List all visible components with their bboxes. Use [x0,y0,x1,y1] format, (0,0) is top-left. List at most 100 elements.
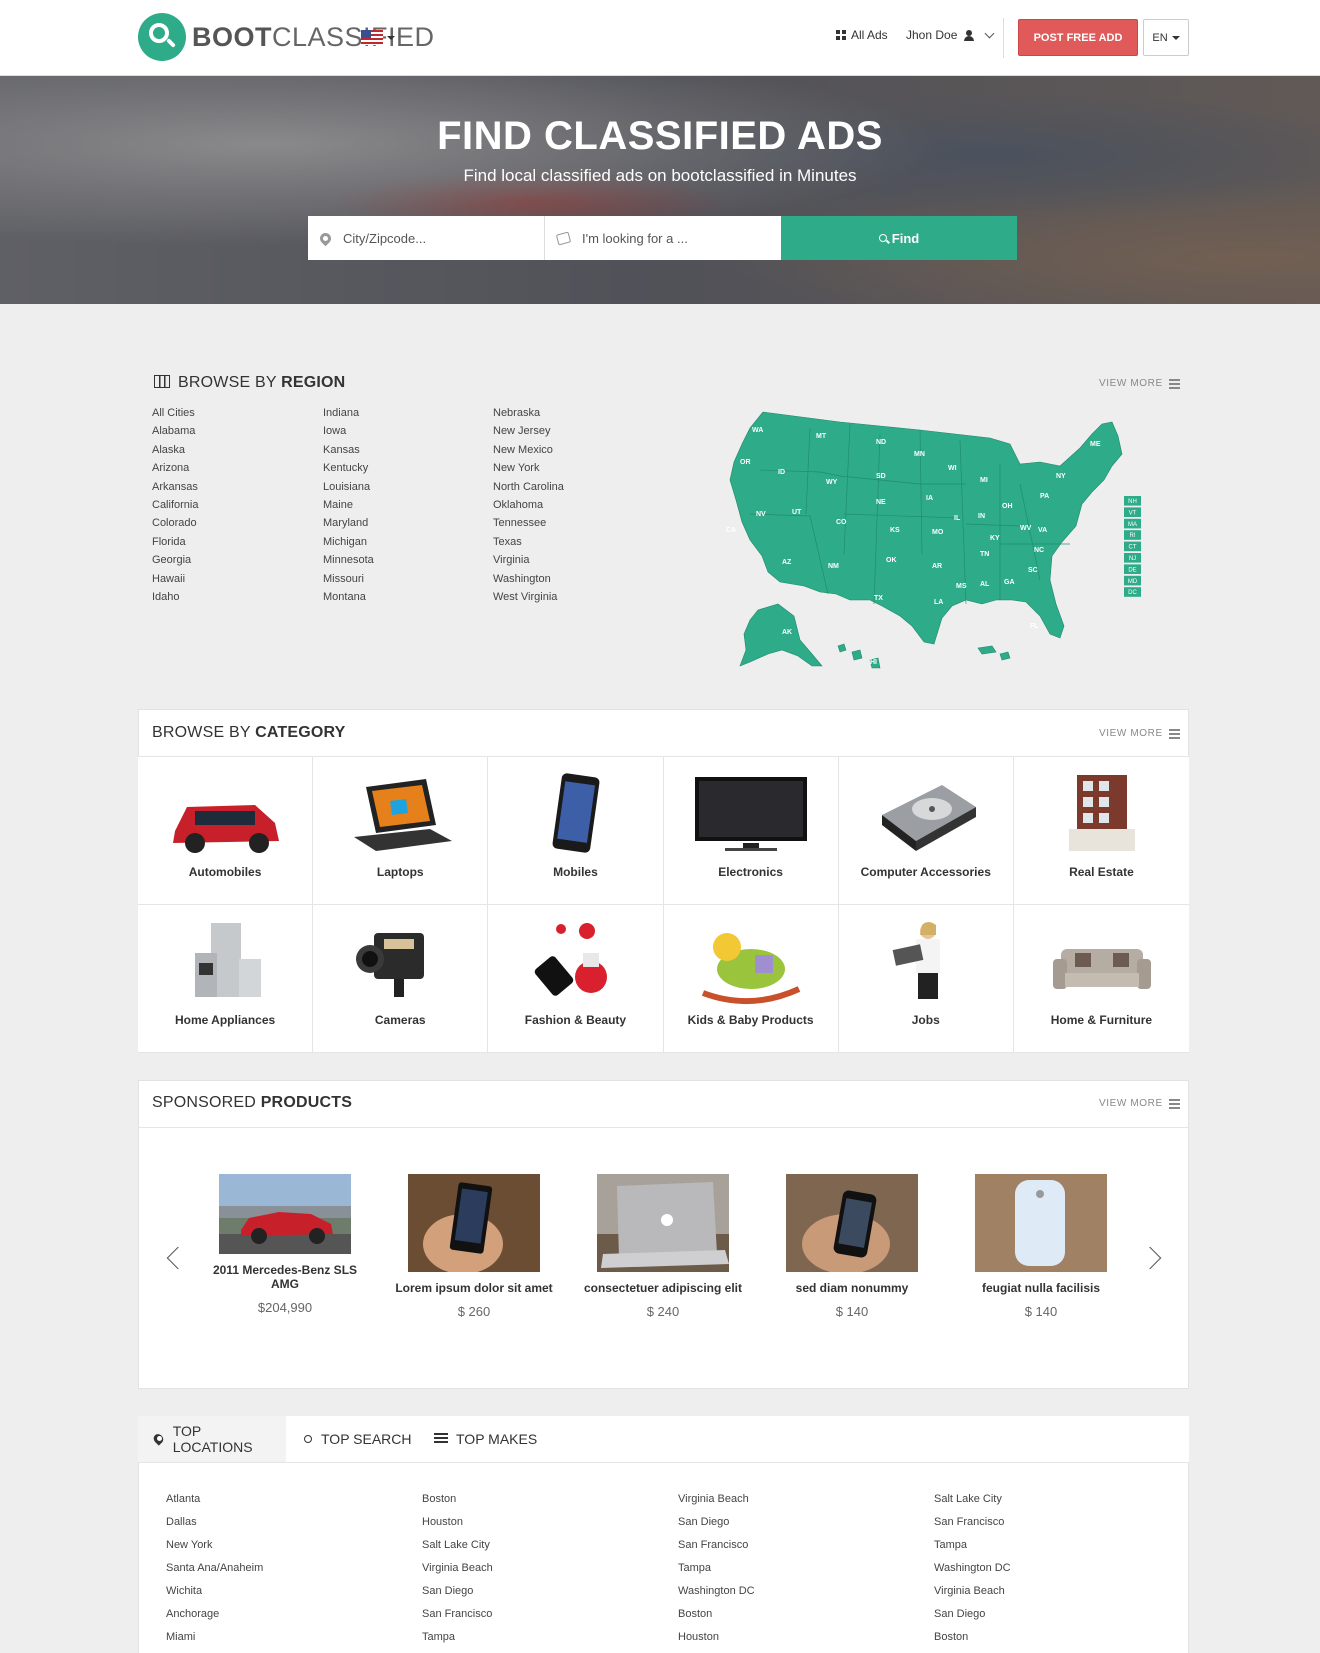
region-link[interactable]: Montana [323,588,374,606]
category-tile[interactable]: Fashion & Beauty [488,905,664,1053]
state-box[interactable]: VT [1124,507,1141,517]
region-link[interactable]: Georgia [152,551,198,569]
state-label[interactable]: AZ [782,559,792,566]
state-label[interactable]: TN [980,551,989,558]
region-link[interactable]: Maine [323,496,374,514]
category-tile[interactable]: Kids & Baby Products [663,905,839,1053]
state-label[interactable]: ND [876,439,886,446]
region-link[interactable]: Kentucky [323,459,374,477]
state-label[interactable]: LA [934,599,943,606]
location-link[interactable]: Tampa [678,1561,755,1584]
state-label[interactable]: PA [1040,493,1049,500]
state-label[interactable]: OH [1002,503,1013,510]
state-label[interactable]: KY [990,535,1000,542]
region-link[interactable]: Colorado [152,514,198,532]
region-link[interactable]: North Carolina [493,478,564,496]
state-label[interactable]: CA [726,527,736,534]
state-label[interactable]: IA [926,495,933,502]
location-link[interactable]: Boston [422,1492,493,1515]
state-label[interactable]: AL [980,581,990,588]
all-ads-link[interactable]: All Ads [836,28,888,42]
location-link[interactable]: Virginia Beach [934,1584,1011,1607]
region-link[interactable]: All Cities [152,404,198,422]
state-box[interactable]: NJ [1124,553,1141,563]
state-label[interactable]: NY [1056,473,1066,480]
state-label[interactable]: WI [948,465,957,472]
state-box[interactable]: DE [1124,564,1141,574]
state-label[interactable]: HI [870,659,877,666]
location-link[interactable]: Tampa [934,1538,1011,1561]
region-link[interactable]: Washington [493,570,564,588]
location-link[interactable]: Washington DC [678,1584,755,1607]
region-link[interactable]: California [152,496,198,514]
region-link[interactable]: Kansas [323,441,374,459]
location-link[interactable]: Boston [934,1630,1011,1653]
language-selector[interactable]: EN [1143,19,1189,56]
state-label[interactable]: SC [1028,567,1038,574]
location-link[interactable]: Virginia Beach [422,1561,493,1584]
state-label[interactable]: NM [828,563,839,570]
state-label[interactable]: ID [778,469,785,476]
category-tile[interactable]: Mobiles [488,757,664,905]
location-link[interactable]: Wichita [166,1584,263,1607]
country-selector[interactable] [361,30,395,45]
location-link[interactable]: Salt Lake City [934,1492,1011,1515]
state-box[interactable]: DC [1124,587,1141,597]
category-tile[interactable]: Automobiles [138,757,314,905]
state-label[interactable]: NC [1034,547,1044,554]
location-link[interactable]: San Diego [678,1515,755,1538]
product-card[interactable]: Lorem ipsum dolor sit amet $ 260 [394,1174,554,1319]
region-view-more[interactable]: VIEW MORE [1099,378,1180,389]
state-label[interactable]: WV [1020,525,1032,532]
location-link[interactable]: Miami [166,1630,263,1653]
location-input[interactable]: City/Zipcode... [308,216,545,260]
state-label[interactable]: OK [886,557,897,564]
state-label[interactable]: MS [956,583,967,590]
post-free-ad-button[interactable]: POST FREE ADD [1018,19,1138,56]
state-label[interactable]: CO [836,519,847,526]
product-card[interactable]: 2011 Mercedes-Benz SLS AMG $204,990 [205,1174,365,1315]
state-label[interactable]: MN [914,451,925,458]
location-link[interactable]: San Diego [422,1584,493,1607]
region-link[interactable]: Hawaii [152,570,198,588]
region-link[interactable]: Nebraska [493,404,564,422]
region-link[interactable]: Missouri [323,570,374,588]
category-view-more[interactable]: VIEW MORE [1099,728,1180,739]
user-menu[interactable]: Jhon Doe [906,28,995,42]
location-link[interactable]: Virginia Beach [678,1492,755,1515]
tab-top-makes[interactable]: TOP MAKES [418,1416,553,1462]
location-link[interactable]: Boston [678,1607,755,1630]
state-label[interactable]: AK [782,629,792,636]
location-link[interactable]: Salt Lake City [422,1538,493,1561]
state-label[interactable]: NV [756,511,766,518]
state-box[interactable]: NH [1124,496,1141,506]
region-link[interactable]: Louisiana [323,478,374,496]
region-link[interactable]: Indiana [323,404,374,422]
category-tile[interactable]: Computer Accessories [838,757,1014,905]
state-label[interactable]: KS [890,527,900,534]
state-label[interactable]: IL [954,515,961,522]
location-link[interactable]: Dallas [166,1515,263,1538]
location-link[interactable]: San Diego [934,1607,1011,1630]
region-link[interactable]: New Jersey [493,422,564,440]
region-link[interactable]: Arkansas [152,478,198,496]
category-tile[interactable]: Laptops [313,757,489,905]
state-box[interactable]: CT [1124,541,1141,552]
category-tile[interactable]: Electronics [663,757,839,905]
region-link[interactable]: Maryland [323,514,374,532]
location-link[interactable]: Anchorage [166,1607,263,1630]
location-link[interactable]: San Francisco [422,1607,493,1630]
region-link[interactable]: Tennessee [493,514,564,532]
location-link[interactable]: San Francisco [934,1515,1011,1538]
region-link[interactable]: Alabama [152,422,198,440]
state-label[interactable]: NE [876,499,886,506]
location-link[interactable]: Washington DC [934,1561,1011,1584]
region-link[interactable]: Florida [152,533,198,551]
location-link[interactable]: San Francisco [678,1538,755,1561]
category-tile[interactable]: Home & Furniture [1013,905,1189,1053]
state-label[interactable]: TX [874,595,883,602]
us-map[interactable]: WA OR CA ID NV MT WY UT AZ CO NM ND SD NE KS OK TX MN IA MO… [720,404,1150,680]
location-link[interactable]: Houston [678,1630,755,1653]
location-link[interactable]: Tampa [422,1630,493,1653]
state-label[interactable]: WY [826,479,838,486]
